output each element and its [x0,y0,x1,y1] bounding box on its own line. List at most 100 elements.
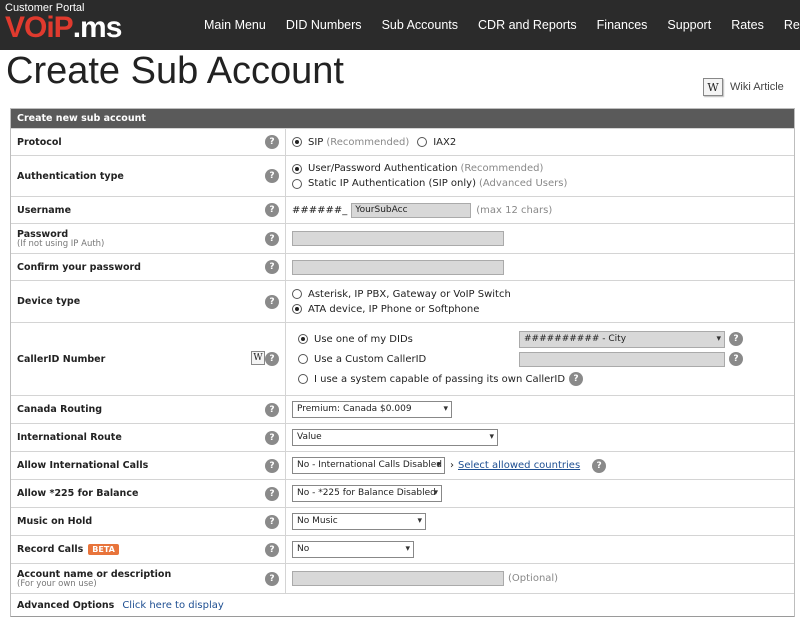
callerid-label: CallerID Number [17,353,106,365]
help-icon[interactable]: ? [265,352,279,366]
auth-userpass-note: (Recommended) [460,163,544,174]
chevron-down-icon: ▾ [489,432,494,442]
callerid-value-cell: Use one of my DIDs ########## - City ▾ ?… [286,323,794,395]
star225-value-cell: No - *225 for Balance Disabled ▾ [286,480,794,507]
protocol-iax2-radio[interactable] [417,137,428,147]
main-nav: Main Menu DID Numbers Sub Accounts CDR a… [194,0,800,50]
confirm-password-input[interactable] [292,259,504,275]
help-icon[interactable]: ? [265,169,279,183]
description-input[interactable] [292,571,504,586]
logo-voip-text: VOiP [5,11,74,44]
star225-value: No - *225 for Balance Disabled [297,488,436,498]
help-icon[interactable]: ? [265,514,279,529]
username-label: Username [17,204,72,216]
username-input[interactable]: YourSubAcc [351,202,472,218]
username-hint: (max 12 chars) [476,204,553,216]
help-icon[interactable]: ? [592,458,607,473]
help-icon[interactable]: ? [265,402,279,417]
protocol-label: Protocol [17,136,62,148]
advanced-options-link[interactable]: Click here to display [122,600,223,611]
help-icon[interactable]: ? [265,430,279,445]
confirm-value-cell [286,254,794,280]
record-calls-label: Record Calls [17,544,84,555]
description-sublabel: (For your own use) [17,578,97,589]
canada-routing-select[interactable]: Premium: Canada $0.009 ▾ [292,401,452,418]
protocol-label-cell: Protocol ? [11,129,286,155]
nav-cdr-reports[interactable]: CDR and Reports [468,0,587,50]
row-callerid: CallerID Number W ? Use one of my DIDs #… [11,322,794,395]
wiki-article-label: Wiki Article [730,81,784,93]
music-on-hold-select[interactable]: No Music ▾ [292,513,426,530]
chevron-down-icon: ▾ [405,544,410,554]
callerid-did-radio[interactable] [298,334,308,344]
chevron-down-icon: ▾ [417,516,422,526]
nav-sub-accounts[interactable]: Sub Accounts [372,0,468,50]
record-calls-select[interactable]: No ▾ [292,541,414,558]
help-icon[interactable]: ? [569,372,584,386]
auth-userpass-radio[interactable] [292,163,302,174]
intl-route-value-cell: Value ▾ [286,424,794,451]
callerid-system-label: I use a system capable of passing its ow… [314,373,566,385]
nav-main-menu[interactable]: Main Menu [194,0,276,50]
canada-value-cell: Premium: Canada $0.009 ▾ [286,396,794,423]
device-type-label: Device type [17,296,81,307]
auth-userpass-label: User/Password Authentication [308,163,458,174]
canada-routing-label: Canada Routing [17,404,103,415]
help-icon[interactable]: ? [265,486,279,501]
protocol-sip-radio[interactable] [292,137,302,147]
help-icon[interactable]: ? [265,203,279,217]
callerid-custom-radio[interactable] [298,354,308,364]
help-icon[interactable]: ? [265,231,279,246]
protocol-sip-label: SIP [308,136,324,148]
help-icon[interactable]: ? [265,571,279,586]
nav-reseller[interactable]: Reseller [774,0,800,50]
wiki-article-link[interactable]: W Wiki Article [703,78,784,96]
star225-label: Allow *225 for Balance [17,488,139,499]
beta-badge: BETA [88,544,119,555]
password-value-cell [286,224,794,253]
row-protocol: Protocol ? SIP (Recommended) IAX2 [11,128,794,155]
select-countries-link[interactable]: Select allowed countries [458,460,580,471]
form-heading: Create new sub account [11,109,794,128]
page-title: Create Sub Account [6,50,344,92]
nav-rates[interactable]: Rates [721,0,774,50]
callerid-did-value: ########## - City [524,333,627,344]
row-allow-international: Allow International Calls ? No - Interna… [11,451,794,479]
record-value-cell: No ▾ [286,536,794,563]
callerid-system-radio[interactable] [298,374,308,384]
create-sub-account-form: Create new sub account Protocol ? SIP (R… [10,108,795,617]
international-route-select[interactable]: Value ▾ [292,429,498,446]
help-icon[interactable]: ? [265,542,279,557]
voipms-logo[interactable]: VOiP .ms [5,11,122,44]
wikipedia-icon[interactable]: W [251,351,265,365]
auth-value-cell: User/Password Authentication (Recommende… [286,156,794,196]
device-pbx-radio[interactable] [292,289,302,299]
star225-select[interactable]: No - *225 for Balance Disabled ▾ [292,485,442,502]
callerid-label-cell: CallerID Number W ? [11,323,286,395]
password-input[interactable] [292,231,504,246]
help-icon[interactable]: ? [729,332,743,346]
protocol-sip-note: (Recommended) [326,136,410,148]
device-label-cell: Device type ? [11,281,286,322]
help-icon[interactable]: ? [265,294,279,309]
nav-support[interactable]: Support [657,0,721,50]
chevron-right-icon: › [450,460,454,471]
callerid-did-select[interactable]: ########## - City ▾ [519,330,725,348]
auth-staticip-radio[interactable] [292,178,302,189]
confirm-label-cell: Confirm your password ? [11,254,286,280]
callerid-custom-input[interactable] [519,351,725,367]
help-icon[interactable]: ? [265,458,279,473]
nav-did-numbers[interactable]: DID Numbers [276,0,372,50]
row-international-route: International Route ? Value ▾ [11,423,794,451]
help-icon[interactable]: ? [729,352,743,366]
row-password: Password (If not using IP Auth) ? [11,223,794,253]
chevron-down-icon: ▾ [436,460,441,470]
moh-label-cell: Music on Hold ? [11,508,286,535]
help-icon[interactable]: ? [265,135,279,149]
nav-finances[interactable]: Finances [587,0,658,50]
auth-staticip-note: (Advanced Users) [478,178,568,189]
device-ata-radio[interactable] [292,304,302,314]
password-label: Password [17,228,69,240]
allow-international-select[interactable]: No - International Calls Disabled ▾ [292,457,445,474]
help-icon[interactable]: ? [265,260,279,274]
